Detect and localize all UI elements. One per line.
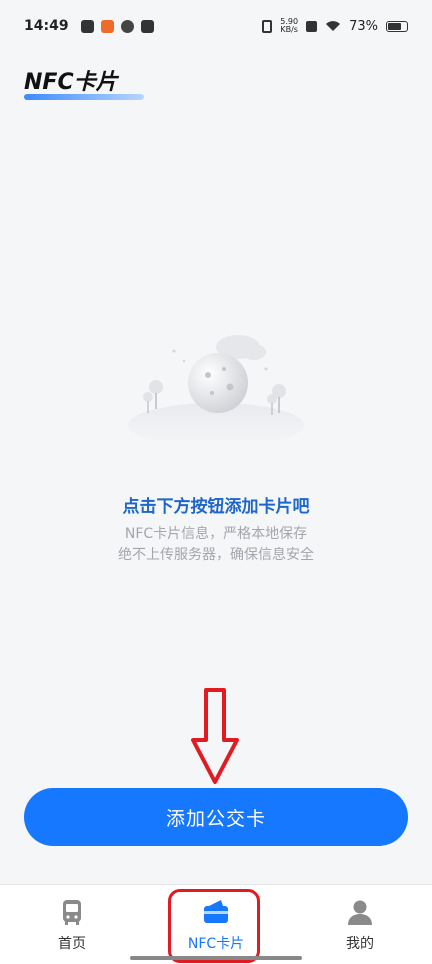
- person-icon: [348, 900, 372, 925]
- nav-item-home[interactable]: 首页: [0, 885, 144, 964]
- mail-icon: [80, 19, 94, 33]
- add-bus-card-button[interactable]: 添加公交卡: [24, 788, 408, 846]
- no-sim-icon: [306, 20, 318, 32]
- arrow-down-icon: [191, 688, 239, 784]
- status-time: 14:49: [24, 18, 69, 34]
- nav-item-mine[interactable]: 我的: [288, 885, 432, 964]
- link-icon: [120, 19, 134, 33]
- empty-state-title: 点击下方按钮添加卡片吧: [122, 497, 310, 517]
- play-icon: [140, 19, 154, 33]
- page-title: NFC卡片: [24, 70, 118, 95]
- title-underline: [24, 94, 144, 100]
- empty-state-description-line1: NFC卡片信息，严格本地保存: [124, 526, 308, 542]
- net-speed: 5.90 KB/s: [280, 17, 299, 34]
- battery-percent: 73%: [349, 18, 378, 34]
- status-right: 5.90 KB/s 73%: [262, 18, 408, 34]
- empty-state-illustration-icon: [128, 335, 304, 440]
- empty-state-description-line2: 绝不上传服务器，确保信息安全: [118, 547, 314, 563]
- bus-icon: [63, 900, 81, 925]
- vibrate-icon: [262, 19, 273, 33]
- home-indicator: [130, 956, 302, 960]
- nav-label-mine: 我的: [346, 936, 374, 952]
- status-bar: 14:49 5.90 KB/s 73%: [0, 0, 432, 52]
- wifi-icon: [326, 21, 341, 31]
- nav-label-home: 首页: [58, 936, 86, 952]
- notification-icons: [80, 19, 154, 33]
- app-notification-icon: [100, 19, 114, 33]
- battery-icon: [386, 20, 408, 32]
- annotation-highlight-box: [168, 889, 260, 963]
